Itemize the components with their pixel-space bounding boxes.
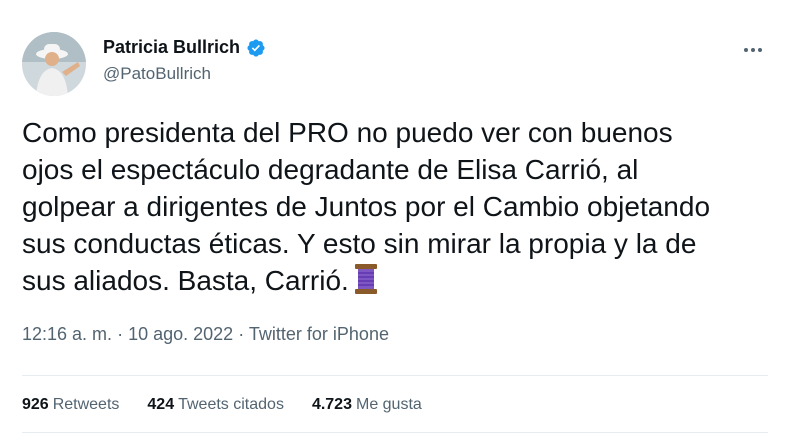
tweet-source[interactable]: Twitter for iPhone — [249, 324, 389, 344]
quote-tweets-count: 424 — [147, 396, 175, 413]
likes-stat[interactable]: 4.723 Me gusta — [312, 396, 422, 414]
tweet-stats: 926 Retweets 424 Tweets citados 4.723 Me gu… — [22, 396, 422, 414]
retweets-label: Retweets — [52, 396, 120, 413]
tweet-time[interactable]: 12:16 a. m. — [22, 324, 112, 344]
avatar[interactable] — [22, 32, 86, 96]
tweet-line: golpear a dirigentes de Juntos por el Ca… — [22, 191, 711, 222]
verified-badge-icon — [247, 38, 265, 57]
author-handle[interactable]: @PatoBullrich — [103, 64, 266, 84]
likes-count: 4.723 — [311, 396, 352, 413]
retweets-count: 926 — [22, 396, 49, 413]
quote-tweets-stat[interactable]: 424 Tweets citados — [147, 396, 284, 414]
more-options-icon[interactable] — [738, 42, 768, 58]
likes-label: Me gusta — [355, 396, 422, 413]
tweet-date[interactable]: 10 ago. 2022 — [128, 324, 233, 344]
author-name[interactable]: Patricia Bullrich — [103, 37, 240, 58]
divider — [22, 375, 768, 376]
meta-separator: · — [238, 324, 245, 344]
tweet-author: Patricia Bullrich @PatoBullrich — [103, 37, 266, 84]
tweet-line: Como presidenta del PRO no puedo ver con… — [22, 117, 673, 148]
tweet-line: sus aliados. Basta, Carrió. — [22, 265, 349, 296]
tweet-text: Como presidenta del PRO no puedo ver con… — [22, 114, 772, 303]
retweets-stat[interactable]: 926 Retweets — [22, 396, 119, 414]
avatar-image — [22, 32, 86, 96]
spool-of-thread-icon — [354, 264, 377, 303]
tweet-line: sus conductas éticas. Y esto sin mirar l… — [22, 228, 697, 259]
quote-tweets-label: Tweets citados — [178, 396, 284, 413]
divider — [22, 432, 768, 433]
tweet-meta: 12:16 a. m. · 10 ago. 2022 · Twitter for… — [22, 324, 389, 345]
tweet-line: ojos el espectáculo degradante de Elisa … — [22, 154, 639, 185]
meta-separator: · — [117, 324, 124, 344]
